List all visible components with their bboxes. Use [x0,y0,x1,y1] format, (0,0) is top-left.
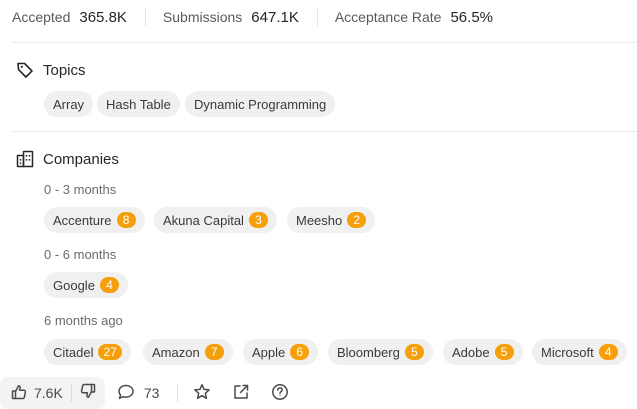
stat-submissions: Submissions 647.1K [163,9,299,26]
share-icon [232,383,250,404]
topic-tag[interactable]: Dynamic Programming [185,91,336,117]
company-name: Google [53,277,95,293]
company-count-badge: 2 [347,212,367,228]
stat-accepted-value: 365.8K [79,8,127,26]
company-name: Accenture [53,212,112,228]
share-button[interactable] [232,377,250,409]
downvote-button[interactable] [72,377,105,409]
help-button[interactable] [271,377,289,409]
stat-accepted-label: Accepted [12,9,71,25]
period-label: 0 - 6 months [44,247,117,262]
period-label: 0 - 3 months [44,182,117,197]
tag-icon [15,60,35,80]
building-icon [15,149,35,169]
topic-tag-label: Array [53,96,85,112]
company-tag[interactable]: Akuna Capital 3 [154,207,277,233]
comment-count: 73 [143,385,160,401]
company-name: Bloomberg [337,344,400,360]
company-tag[interactable]: Bloomberg 5 [328,339,433,365]
company-tag[interactable]: Google 4 [44,272,128,298]
help-icon [271,383,289,404]
company-name: Akuna Capital [163,212,244,228]
action-toolbar: 7.6K 73 [0,377,289,409]
company-tag[interactable]: Accenture 8 [44,207,145,233]
topic-tag-label: Hash Table [106,96,171,112]
company-tag[interactable]: Microsoft 4 [532,339,627,365]
company-count-badge: 27 [98,344,122,360]
favorite-button[interactable] [193,377,211,409]
stat-accepted: Accepted 365.8K [12,9,127,26]
company-name: Citadel [53,344,94,360]
company-count-badge: 3 [248,212,268,228]
thumbs-up-icon [11,384,27,403]
like-count: 7.6K [34,385,63,401]
comments-button[interactable]: 73 [117,377,160,409]
company-count-badge: 7 [204,344,224,360]
company-tag[interactable]: Citadel 27 [44,339,131,365]
upvote-button[interactable]: 7.6K [0,377,71,409]
topic-tag-label: Dynamic Programming [194,96,327,112]
companies-header[interactable]: Companies [15,149,119,169]
divider [316,8,318,26]
vote-group: 7.6K [0,377,105,409]
thumbs-down-icon [80,383,96,404]
stats-bar: Accepted 365.8K Submissions 647.1K Accep… [12,7,493,27]
company-name: Apple [252,344,286,360]
divider [177,384,179,402]
company-tag[interactable]: Adobe 5 [443,339,523,365]
stat-acceptance-rate: Acceptance Rate 56.5% [335,9,493,26]
company-count-badge: 6 [290,344,310,360]
topics-title: Topics [43,61,86,79]
topic-tag[interactable]: Hash Table [97,91,180,117]
company-count-badge: 4 [99,277,119,293]
star-icon [193,383,211,404]
company-tag[interactable]: Apple 6 [243,339,319,365]
company-name: Adobe [452,344,490,360]
stat-acceptance-label: Acceptance Rate [334,9,442,25]
topics-header[interactable]: Topics [15,60,86,80]
company-name: Meesho [296,212,343,228]
company-count-badge: 5 [494,344,514,360]
company-count-badge: 4 [598,344,618,360]
stat-submissions-value: 647.1K [251,8,299,26]
divider [12,131,637,132]
company-count-badge: 8 [116,212,136,228]
stat-submissions-label: Submissions [162,9,243,25]
company-tag[interactable]: Meesho 2 [287,207,376,233]
divider [12,42,637,43]
company-tag[interactable]: Amazon 7 [143,339,233,365]
stat-acceptance-value: 56.5% [450,8,494,26]
company-name: Amazon [152,344,200,360]
companies-title: Companies [43,150,119,168]
company-name: Microsoft [541,344,594,360]
period-label: 6 months ago [44,313,123,328]
divider [144,8,146,26]
topic-tag[interactable]: Array [44,91,94,117]
company-count-badge: 5 [404,344,424,360]
comment-icon [117,383,135,404]
